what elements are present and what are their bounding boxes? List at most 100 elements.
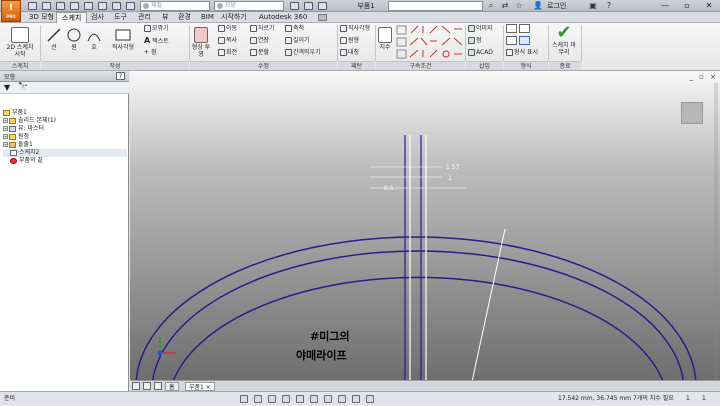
circular-pattern-button[interactable]: 원형 bbox=[340, 36, 359, 45]
status-tool-icon[interactable] bbox=[324, 395, 332, 403]
help-search-input[interactable] bbox=[388, 1, 483, 11]
find-icon[interactable]: 🔭 bbox=[18, 82, 28, 91]
expand-icon[interactable]: + bbox=[3, 142, 8, 147]
tab-getting-started[interactable]: 시작하기 bbox=[216, 12, 252, 23]
split-button[interactable]: 분할 bbox=[250, 48, 269, 57]
tab-sketch[interactable]: 스케치 bbox=[56, 12, 88, 23]
tab-environment[interactable]: 환경 bbox=[173, 12, 196, 23]
maximize-button[interactable]: ▫ bbox=[676, 0, 698, 12]
list-icon[interactable] bbox=[154, 382, 162, 390]
help-icon[interactable]: ? bbox=[604, 0, 614, 12]
rectangular-pattern-button[interactable]: 직사각형 bbox=[340, 24, 370, 33]
fillet-button[interactable]: 모깎기 bbox=[144, 24, 169, 33]
trim-button[interactable]: 자르기 bbox=[250, 24, 275, 33]
rectangle-button[interactable]: 직사각형 bbox=[106, 25, 140, 51]
cascade-icon[interactable] bbox=[143, 382, 151, 390]
graphics-viewport[interactable]: _ ▫ × 1.57 1 0.5 #미그의 야매라이프 bbox=[130, 71, 720, 391]
project-geometry-button[interactable]: 형상 투영 bbox=[191, 25, 211, 58]
exchange-icon[interactable]: ⇄ bbox=[500, 0, 510, 12]
tab-autodesk-360[interactable]: Autodesk 360 bbox=[254, 12, 312, 23]
filter-icon[interactable]: ▼ bbox=[4, 83, 10, 92]
tree-item-view[interactable]: + 뷰: 마스터 bbox=[3, 125, 44, 133]
status-tool-icon[interactable] bbox=[366, 395, 374, 403]
expand-icon[interactable]: + bbox=[3, 118, 8, 123]
move-button[interactable]: 이동 bbox=[218, 24, 237, 33]
tree-item-extrusion[interactable]: + 돌출1 bbox=[3, 141, 33, 149]
status-tool-icon[interactable] bbox=[296, 395, 304, 403]
dim-label-3[interactable]: 0.5 bbox=[384, 185, 394, 192]
tab-inspect[interactable]: 검사 bbox=[86, 12, 109, 23]
status-tool-icon[interactable] bbox=[338, 395, 346, 403]
undo-icon[interactable] bbox=[70, 2, 79, 10]
quick-access-menu-icon[interactable] bbox=[318, 2, 327, 10]
expand-icon[interactable]: + bbox=[3, 134, 8, 139]
circle-button[interactable]: 원 bbox=[64, 25, 84, 51]
status-tool-icon[interactable] bbox=[254, 395, 262, 403]
acad-button[interactable]: ACAD bbox=[468, 48, 493, 57]
appearance-dropdown[interactable]: 모양 bbox=[214, 1, 284, 11]
tree-item-solid-bodies[interactable]: + 솔리드 본체(1) bbox=[3, 117, 56, 125]
status-tool-icon[interactable] bbox=[282, 395, 290, 403]
finish-sketch-button[interactable]: ✔ 스케치 마무리 bbox=[551, 24, 577, 57]
point-button[interactable]: + 점 bbox=[144, 48, 157, 57]
copy-button[interactable]: 복사 bbox=[218, 36, 237, 45]
outer-arc[interactable] bbox=[135, 236, 697, 388]
tab-manage[interactable]: 관리 bbox=[133, 12, 156, 23]
construction-icon[interactable] bbox=[506, 24, 517, 33]
stretch-button[interactable]: 길이기 bbox=[285, 36, 310, 45]
tile-icon[interactable] bbox=[132, 382, 140, 390]
store-icon[interactable]: ▣ bbox=[588, 0, 598, 12]
centerline-icon[interactable] bbox=[519, 24, 530, 33]
home-icon[interactable] bbox=[98, 2, 107, 10]
tab-tools[interactable]: 도구 bbox=[109, 12, 132, 23]
adjust-icon[interactable] bbox=[290, 2, 299, 10]
select-icon[interactable] bbox=[112, 2, 121, 10]
new-icon[interactable] bbox=[28, 2, 37, 10]
star-icon[interactable]: ☆ bbox=[514, 0, 524, 12]
image-button[interactable]: 이미지 bbox=[468, 24, 493, 33]
dim-label-1[interactable]: 1.57 bbox=[446, 164, 460, 171]
mirror-button[interactable]: 대칭 bbox=[340, 48, 359, 57]
material-dropdown[interactable]: 재질 bbox=[140, 1, 210, 11]
browser-help-button[interactable]: ? bbox=[116, 72, 125, 80]
inner-arc[interactable] bbox=[169, 276, 667, 391]
redo-icon[interactable] bbox=[84, 2, 93, 10]
tree-item-origin[interactable]: + 원점 bbox=[3, 133, 29, 141]
status-tool-icon[interactable] bbox=[352, 395, 360, 403]
arc-button[interactable]: 호 bbox=[84, 25, 104, 51]
tree-item-part[interactable]: 부품1 bbox=[3, 109, 27, 117]
tab-3d-model[interactable]: 3D 모형 bbox=[24, 12, 59, 23]
status-tool-icon[interactable] bbox=[240, 395, 248, 403]
rotate-button[interactable]: 회전 bbox=[218, 48, 237, 57]
home-tab[interactable]: 홈 bbox=[165, 382, 179, 391]
points-button[interactable]: 점 bbox=[468, 36, 482, 45]
open-icon[interactable] bbox=[42, 2, 51, 10]
user-icon[interactable]: 👤 bbox=[532, 0, 544, 12]
offset-button[interactable]: 간격띄우기 bbox=[285, 48, 321, 57]
close-icon[interactable]: × bbox=[206, 384, 211, 391]
login-link[interactable]: 로그인 bbox=[547, 0, 566, 12]
browser-title[interactable]: 모형 bbox=[4, 72, 15, 81]
tree-item-end-of-part[interactable]: 부품의 끝 bbox=[3, 157, 43, 165]
close-button[interactable]: ✕ bbox=[698, 0, 720, 12]
driven-dimension-icon[interactable] bbox=[519, 36, 530, 45]
constraint-icons[interactable] bbox=[396, 25, 464, 61]
tree-item-sketch[interactable]: 스케치2 bbox=[3, 149, 127, 157]
sketch-canvas[interactable]: 1.57 1 0.5 #미그의 야매라이프 bbox=[130, 71, 720, 391]
status-tool-icon[interactable] bbox=[268, 395, 276, 403]
fx-icon[interactable] bbox=[304, 2, 313, 10]
part1-tab[interactable]: 부품1 × bbox=[185, 382, 215, 391]
radial-line[interactable] bbox=[469, 228, 506, 391]
start-2d-sketch-button[interactable]: 2D 스케치 시작 bbox=[3, 25, 37, 58]
status-tool-icon[interactable] bbox=[310, 395, 318, 403]
ribbon-toggle-icon[interactable] bbox=[318, 14, 327, 21]
line-button[interactable]: 선 bbox=[44, 25, 64, 51]
update-icon[interactable] bbox=[126, 2, 135, 10]
center-point-icon[interactable] bbox=[506, 36, 517, 45]
dim-label-2[interactable]: 1 bbox=[448, 175, 452, 182]
expand-icon[interactable]: + bbox=[3, 126, 8, 131]
dimension-button[interactable]: 치수 bbox=[376, 25, 394, 51]
minimize-button[interactable]: — bbox=[654, 0, 676, 12]
search-icon[interactable]: ⌕ bbox=[486, 0, 496, 12]
scale-button[interactable]: 축척 bbox=[285, 24, 304, 33]
